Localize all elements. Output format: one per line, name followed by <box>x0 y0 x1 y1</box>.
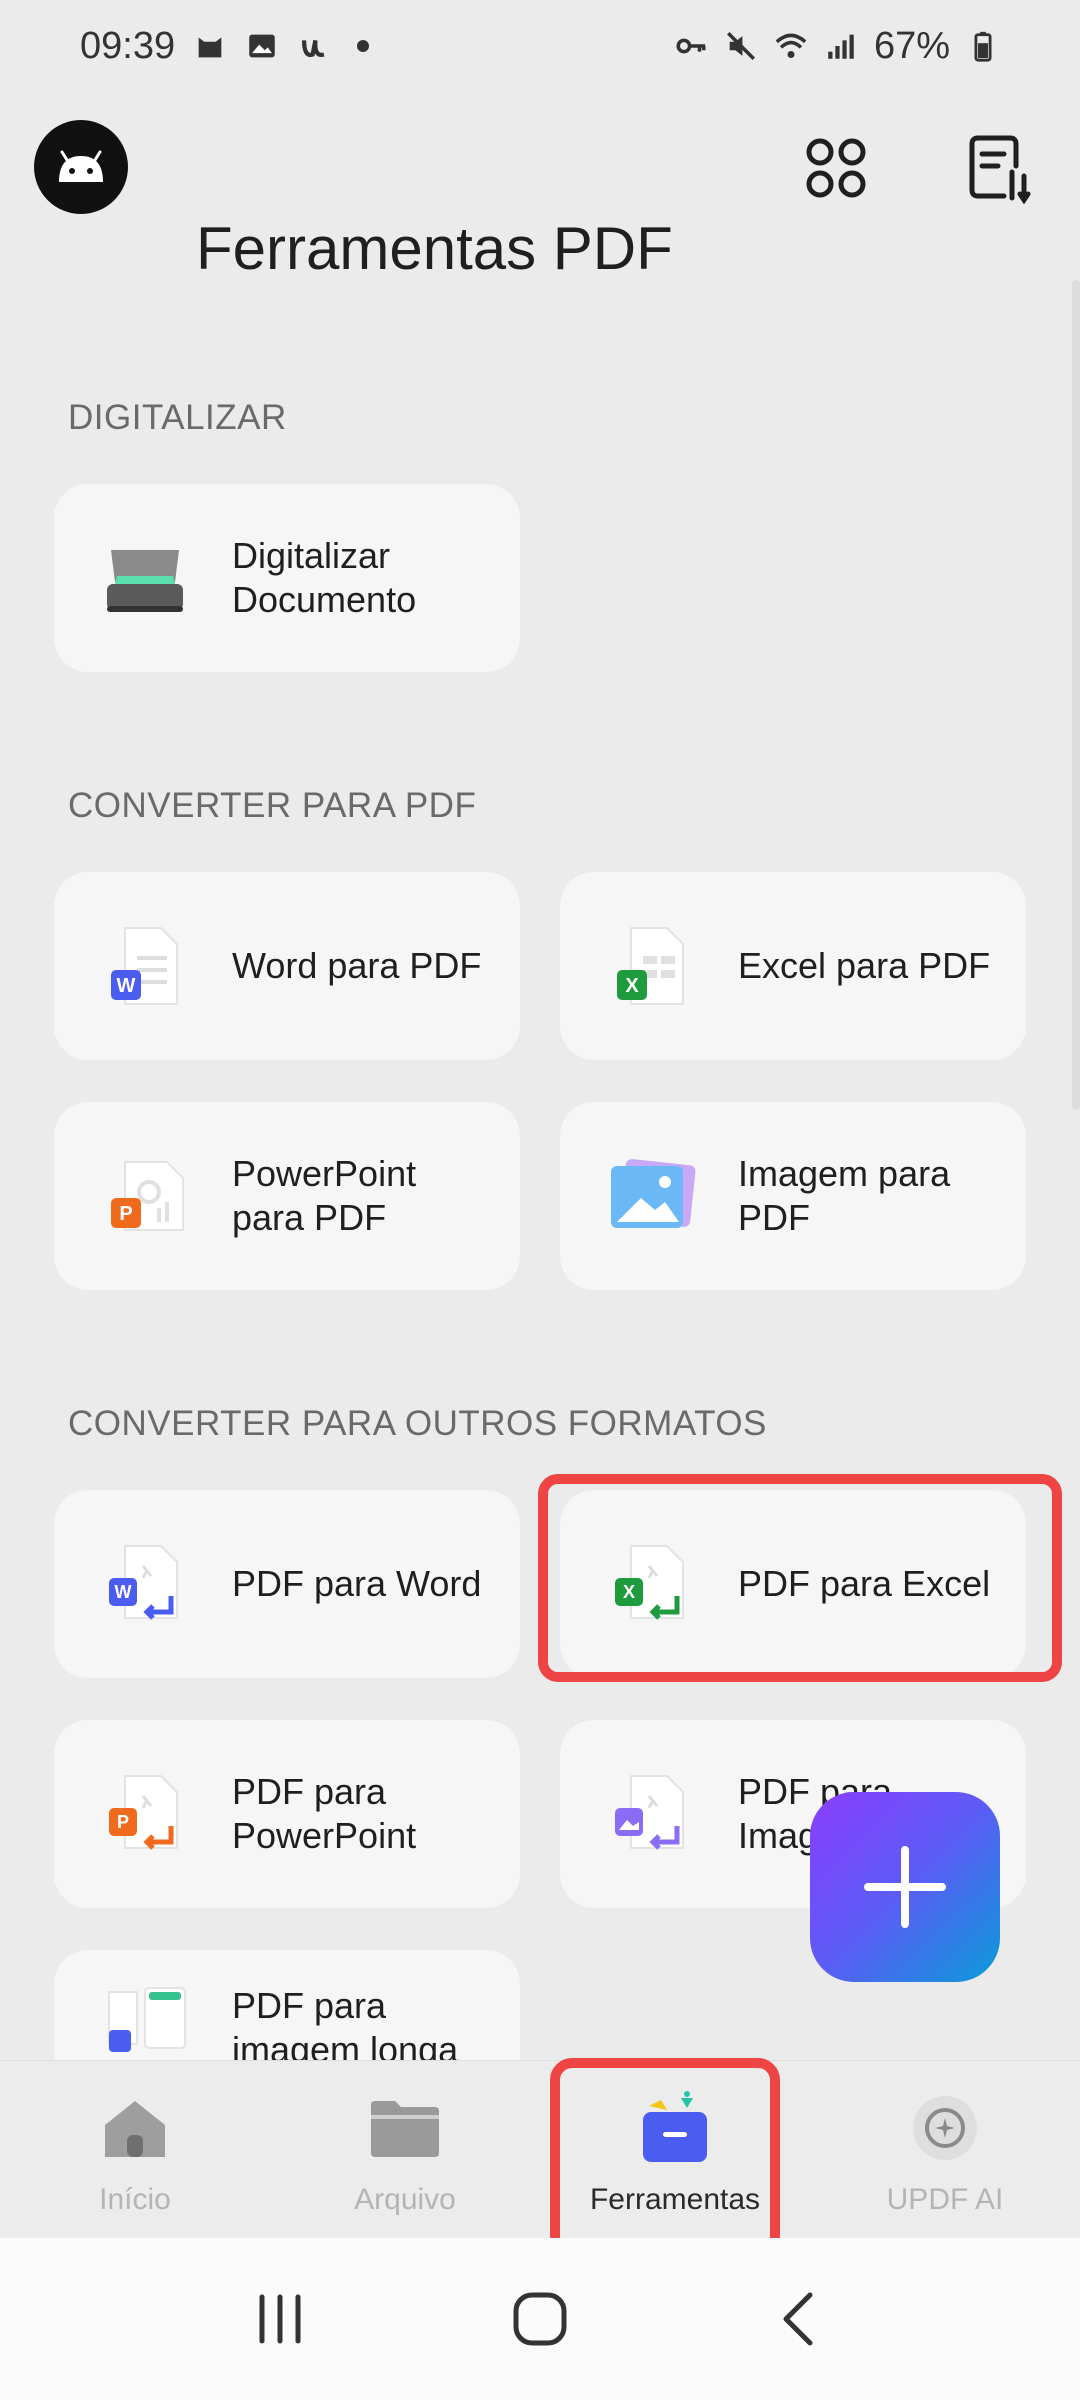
pdf-to-powerpoint-icon: P <box>90 1759 200 1869</box>
status-bar: 09:39 67% <box>0 0 1080 92</box>
svg-text:P: P <box>119 1203 132 1225</box>
battery-icon <box>974 31 992 62</box>
bottom-nav: Início Arquivo Ferramentas UPDF AI <box>0 2060 1080 2238</box>
more-notifications-dot <box>357 40 370 52</box>
tool-card-excel-to-pdf[interactable]: X Excel para PDF <box>560 872 1026 1060</box>
add-fab-button[interactable] <box>810 1792 1000 1982</box>
mute-icon <box>726 31 755 61</box>
powerpoint-doc-icon: P <box>90 1141 200 1251</box>
pdf-to-image-icon <box>596 1759 706 1869</box>
scanner-icon <box>90 523 200 633</box>
status-time: 09:39 <box>80 24 176 67</box>
tool-label: Digitalizar Documento <box>232 535 417 620</box>
svg-text:W: W <box>115 1582 132 1602</box>
nav-item-home[interactable]: Início <box>0 2061 270 2238</box>
tool-card-pdf-to-long-image[interactable]: PDF para imagem longa <box>54 1950 520 2062</box>
avatar[interactable] <box>34 120 128 214</box>
android-icon <box>59 150 103 182</box>
page-title: Ferramentas PDF <box>196 215 673 282</box>
svg-text:X: X <box>625 975 639 997</box>
nav-label: Arquivo <box>354 2183 456 2216</box>
pdf-to-long-image-icon <box>90 1984 200 2062</box>
cat-notification-icon <box>198 37 222 58</box>
section-title-scan: DIGITALIZAR <box>68 398 287 437</box>
tool-label: Imagem para PDF <box>738 1153 951 1238</box>
pdf-to-word-icon: W <box>90 1529 200 1639</box>
system-nav-bar <box>0 2238 1080 2400</box>
signal-icon <box>828 34 854 59</box>
home-icon <box>95 2093 175 2163</box>
tool-card-pdf-to-word[interactable]: W PDF para Word <box>54 1490 520 1678</box>
vpn-key-icon <box>676 38 706 54</box>
recent-apps-icon <box>259 2294 301 2344</box>
wifi-icon <box>775 33 807 59</box>
word-doc-icon: W <box>90 911 200 1021</box>
tool-card-image-to-pdf[interactable]: Imagem para PDF <box>560 1102 1026 1290</box>
tool-label: PowerPoint para PDF <box>232 1153 417 1238</box>
home-circle-icon <box>513 2292 567 2346</box>
image-notification-icon <box>249 34 275 58</box>
tool-card-word-to-pdf[interactable]: W Word para PDF <box>54 872 520 1060</box>
nav-label: UPDF AI <box>886 2183 1004 2216</box>
excel-doc-icon: X <box>596 911 706 1021</box>
home-system-button[interactable] <box>500 2279 580 2359</box>
nav-item-ai[interactable]: UPDF AI <box>810 2061 1080 2238</box>
svg-text:P: P <box>117 1812 129 1832</box>
tool-label: PDF para imagem longa <box>232 1985 459 2062</box>
nav-item-files[interactable]: Arquivo <box>270 2061 540 2238</box>
image-stack-icon <box>596 1141 706 1251</box>
tool-label: Excel para PDF <box>738 945 991 986</box>
tool-label: PDF para PowerPoint <box>232 1771 417 1856</box>
highlight-tools-tab <box>550 2058 780 2258</box>
folder-icon <box>365 2093 445 2163</box>
tool-label: PDF para Word <box>232 1563 482 1604</box>
section-title-to-pdf: CONVERTER PARA PDF <box>68 786 477 825</box>
app-notification-icon <box>302 39 325 58</box>
highlight-pdf-to-excel <box>538 1474 1062 1682</box>
tool-card-pdf-to-powerpoint[interactable]: P PDF para PowerPoint <box>54 1720 520 1908</box>
apps-grid-icon[interactable] <box>800 132 872 204</box>
scrollbar[interactable] <box>1072 280 1080 1110</box>
recent-apps-button[interactable] <box>240 2279 320 2359</box>
back-chevron-icon <box>783 2292 813 2346</box>
svg-text:W: W <box>117 975 136 997</box>
tool-label: Word para PDF <box>232 945 482 986</box>
battery-percent: 67% <box>873 24 950 67</box>
tool-card-powerpoint-to-pdf[interactable]: P PowerPoint para PDF <box>54 1102 520 1290</box>
ai-icon <box>905 2093 985 2163</box>
nav-label: Início <box>99 2183 171 2216</box>
back-button[interactable] <box>760 2279 840 2359</box>
section-title-to-other: CONVERTER PARA OUTROS FORMATOS <box>68 1404 767 1443</box>
plus-icon <box>864 1846 946 1928</box>
tool-card-scan-document[interactable]: Digitalizar Documento <box>54 484 520 672</box>
sort-document-icon[interactable] <box>964 132 1036 204</box>
